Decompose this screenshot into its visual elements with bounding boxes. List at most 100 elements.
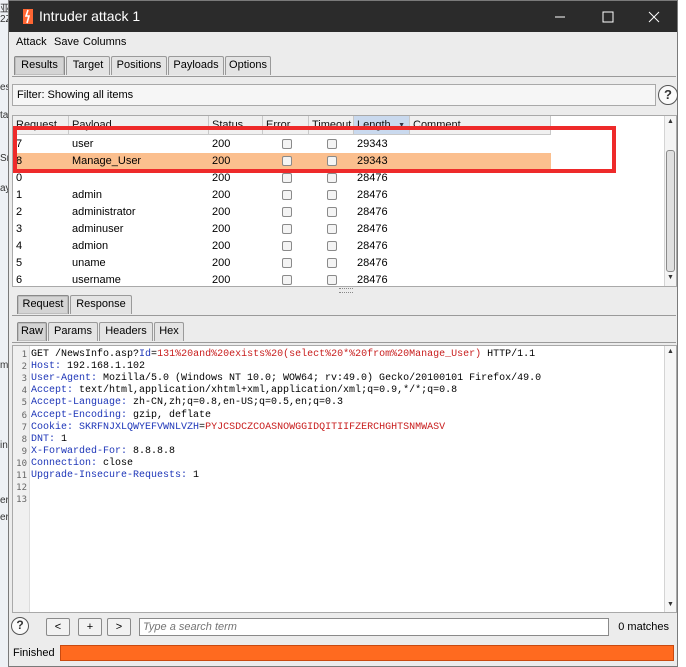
error-checkbox: [282, 241, 292, 251]
cell-status: 200: [212, 223, 231, 235]
highlight-box: [13, 126, 616, 173]
request-text-span: GET /NewsInfo.asp?: [31, 349, 140, 360]
cell-status: 200: [212, 206, 231, 218]
tab-results[interactable]: Results: [14, 56, 65, 75]
table-row[interactable]: 2 administrator 200 28476: [13, 204, 551, 221]
table-row[interactable]: 5 uname 200 28476: [13, 255, 551, 272]
table-row[interactable]: 1 admin 200 28476: [13, 187, 551, 204]
tab-positions[interactable]: Positions: [111, 56, 167, 75]
cell-payload: admin: [72, 189, 102, 201]
line-number: 11: [16, 471, 27, 481]
scrollbar-thumb[interactable]: [666, 150, 675, 272]
match-count: 0 matches: [618, 621, 669, 633]
tab-request[interactable]: Request: [17, 295, 69, 314]
close-icon: [648, 11, 660, 23]
menu-bar: Attack Save Columns: [9, 32, 677, 52]
header-name: Cookie:: [31, 421, 74, 433]
request-line: Accept-Language: zh-CN,zh;q=0.8,en-US;q=…: [31, 397, 343, 408]
error-checkbox: [282, 224, 292, 234]
header-name: Host:: [31, 361, 62, 373]
tab-response[interactable]: Response: [70, 295, 132, 314]
request-line: Cookie: SKRFNJXLQWYEFVWNLVZH=PYJCSDCZCOA…: [31, 422, 445, 433]
request-text-span: gzip, deflate: [127, 409, 212, 421]
detail-tab-underline: [12, 315, 676, 316]
splitter-handle[interactable]: [339, 288, 353, 293]
request-text-span: 192.168.1.102: [61, 361, 146, 373]
cell-length: 28476: [357, 189, 388, 201]
minimize-button[interactable]: [537, 1, 583, 32]
menu-columns[interactable]: Columns: [83, 36, 126, 48]
request-line: X-Forwarded-For: 8.8.8.8: [31, 446, 175, 457]
table-row[interactable]: 4 admion 200 28476: [13, 238, 551, 255]
tab-hex[interactable]: Hex: [154, 322, 184, 341]
filter-bar[interactable]: Filter: Showing all items: [12, 84, 656, 106]
results-scrollbar[interactable]: ▲ ▼: [664, 116, 676, 286]
progress-bar: [60, 645, 674, 661]
header-name: Upgrade-Insecure-Requests:: [31, 470, 188, 481]
request-line: Upgrade-Insecure-Requests: 1: [31, 470, 199, 481]
filter-text: Filter: Showing all items: [17, 89, 134, 101]
tab-underline: [12, 76, 676, 77]
request-line: DNT: 1: [31, 434, 67, 445]
line-number: 1: [21, 350, 27, 360]
line-number: 4: [21, 386, 27, 397]
menu-save[interactable]: Save: [54, 36, 79, 48]
editor-scroll-up-icon[interactable]: ▲: [667, 348, 674, 355]
tab-raw[interactable]: Raw: [17, 322, 47, 341]
help-icon-bottom[interactable]: ?: [11, 617, 29, 635]
table-row[interactable]: 6 username 200 28476: [13, 272, 551, 286]
cell-status: 200: [212, 240, 231, 252]
cell-length: 28476: [357, 223, 388, 235]
menu-attack[interactable]: Attack: [16, 36, 47, 48]
close-button[interactable]: [631, 1, 677, 32]
tab-options[interactable]: Options: [225, 56, 271, 75]
cell-payload: administrator: [72, 206, 136, 218]
request-line: User-Agent: Mozilla/5.0 (Windows NT 10.0…: [31, 373, 541, 384]
search-next-button[interactable]: >: [107, 618, 131, 636]
help-icon[interactable]: ?: [658, 85, 678, 105]
cell-payload: admion: [72, 240, 109, 252]
cell-status: 200: [212, 189, 231, 201]
error-checkbox: [282, 173, 292, 183]
search-input[interactable]: [140, 619, 606, 635]
scroll-up-icon[interactable]: ▲: [667, 118, 674, 125]
editor-scrollbar[interactable]: ▲ ▼: [664, 346, 676, 612]
cell-request: 5: [16, 257, 23, 269]
header-name: Accept-Encoding:: [31, 409, 128, 421]
status-bar: Finished: [9, 642, 677, 666]
table-row[interactable]: 3 adminuser 200 28476: [13, 221, 551, 238]
line-number: 13: [16, 495, 27, 506]
tab-headers[interactable]: Headers: [99, 322, 153, 341]
request-text-span: 1: [187, 470, 200, 481]
error-checkbox: [282, 207, 292, 217]
error-checkbox: [282, 275, 292, 285]
editor-scroll-down-icon[interactable]: ▼: [667, 601, 674, 608]
timeout-checkbox: [327, 275, 337, 285]
tab-params[interactable]: Params: [48, 322, 98, 341]
request-line: Accept: text/html,application/xhtml+xml,…: [31, 385, 457, 396]
scroll-down-icon[interactable]: ▼: [667, 274, 674, 281]
request-editor[interactable]: 1 2 3 4 5 6 7 8 9 10 11 12 13 GET /NewsInfo.asp?Id=1…: [12, 345, 677, 613]
request-line: GET /NewsInfo.asp?Id=131%20and%20exists%…: [31, 349, 535, 360]
cell-payload: username: [72, 274, 121, 286]
request-text-span: HTTP/1.1: [481, 349, 536, 360]
status-text: Finished: [13, 647, 55, 659]
search-field[interactable]: [139, 618, 609, 636]
search-previous-button[interactable]: <: [46, 618, 70, 636]
request-text-span: 1: [55, 433, 68, 445]
maximize-button[interactable]: [585, 1, 631, 32]
cell-length: 28476: [357, 257, 388, 269]
request-line: Connection: close: [31, 458, 133, 469]
tab-target[interactable]: Target: [66, 56, 110, 75]
search-add-button[interactable]: +: [78, 618, 102, 636]
header-name: User-Agent:: [31, 373, 98, 385]
line-number: 12: [16, 483, 27, 494]
title-bar[interactable]: Intruder attack 1: [9, 1, 677, 32]
line-number: 3: [21, 374, 27, 385]
line-number: 10: [16, 458, 27, 469]
header-name: X-Forwarded-For:: [31, 445, 128, 457]
cell-request: 3: [16, 223, 23, 235]
tab-payloads[interactable]: Payloads: [168, 56, 224, 75]
line-number: 5: [21, 398, 27, 409]
burp-app-icon: [23, 9, 33, 24]
